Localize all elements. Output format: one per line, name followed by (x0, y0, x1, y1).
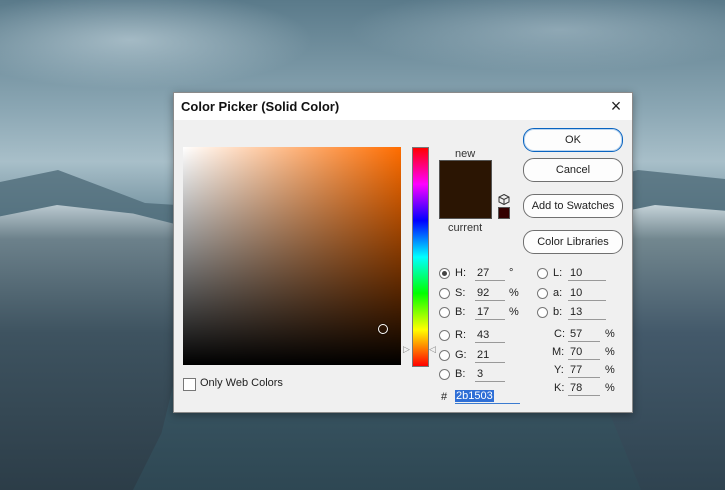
y-unit: % (605, 364, 615, 376)
l-input[interactable]: 10 (568, 266, 606, 281)
rgb-b-radio[interactable] (439, 369, 450, 380)
current-color-label: current (448, 222, 483, 234)
rgb-b-input[interactable]: 3 (475, 367, 505, 382)
g-input[interactable]: 21 (475, 348, 505, 363)
only-web-colors-checkbox[interactable] (183, 378, 196, 391)
new-color-label: new (455, 148, 476, 160)
lab-b-radio[interactable] (537, 307, 548, 318)
h-input[interactable]: 27 (475, 266, 505, 281)
a-input[interactable]: 10 (568, 286, 606, 301)
lab-l-row: L: 10 (537, 266, 622, 282)
y-label: Y: (554, 364, 564, 376)
hex-value: 2b1503 (455, 390, 494, 402)
cmyk-m-row: M: 70 % (552, 345, 622, 361)
cube-icon[interactable] (498, 193, 510, 206)
lab-b-row: b: 13 (537, 305, 622, 321)
g-radio[interactable] (439, 350, 450, 361)
rgb-b-label: B: (455, 368, 466, 380)
dialog-titlebar: Color Picker (Solid Color) × (174, 93, 632, 120)
k-label: K: (554, 382, 565, 394)
y-input[interactable]: 77 (568, 363, 600, 378)
l-label: L: (553, 267, 563, 279)
close-icon[interactable]: × (606, 96, 626, 116)
only-web-colors-label[interactable]: Only Web Colors (200, 377, 283, 389)
l-radio[interactable] (537, 268, 548, 279)
new-color-swatch (439, 160, 492, 190)
m-label: M: (552, 346, 565, 358)
s-input[interactable]: 92 (475, 286, 505, 301)
hue-slider-handle-right-icon[interactable]: ◁ (429, 344, 436, 355)
a-label: a: (553, 287, 563, 299)
hue-slider[interactable] (412, 147, 429, 367)
hue-slider-handle-left-icon[interactable]: ▷ (403, 344, 410, 355)
c-label: C: (554, 328, 565, 340)
background-cliff-left (0, 205, 190, 490)
lab-a-row: a: 10 (537, 286, 622, 302)
color-field-marker[interactable] (378, 324, 388, 334)
lab-b-label: b: (553, 306, 563, 318)
cmyk-y-row: Y: 77 % (552, 363, 622, 379)
hsb-b-label: B: (455, 306, 466, 318)
rgb-r-row: R: 43 (439, 328, 524, 344)
h-label: H: (455, 267, 466, 279)
current-color-swatch[interactable] (439, 189, 492, 219)
web-safe-color-swatch[interactable] (498, 207, 510, 219)
hsb-b-row: B: 17 % (439, 305, 524, 321)
rgb-b-row: B: 3 (439, 367, 524, 383)
r-label: R: (455, 329, 466, 341)
color-field[interactable] (183, 147, 401, 365)
hsb-b-radio[interactable] (439, 307, 450, 318)
add-to-swatches-button[interactable]: Add to Swatches (523, 194, 623, 218)
c-unit: % (605, 328, 615, 340)
m-unit: % (605, 346, 615, 358)
dialog-title: Color Picker (Solid Color) (181, 99, 340, 114)
hsb-s-row: S: 92 % (439, 286, 524, 302)
hex-input[interactable]: 2b1503 (455, 389, 520, 404)
rgb-g-row: G: 21 (439, 348, 524, 364)
m-input[interactable]: 70 (568, 345, 600, 360)
k-unit: % (605, 382, 615, 394)
hsb-h-row: H: 27 ° (439, 266, 519, 282)
s-unit: % (509, 287, 519, 299)
h-unit: ° (509, 267, 514, 279)
cmyk-c-row: C: 57 % (552, 327, 622, 343)
r-input[interactable]: 43 (475, 328, 505, 343)
lab-b-input[interactable]: 13 (568, 305, 606, 320)
g-label: G: (455, 349, 467, 361)
s-label: S: (455, 287, 466, 299)
h-radio[interactable] (439, 268, 450, 279)
hsb-b-input[interactable]: 17 (475, 305, 505, 320)
cmyk-k-row: K: 78 % (552, 381, 622, 397)
ok-button[interactable]: OK (523, 128, 623, 152)
color-libraries-button[interactable]: Color Libraries (523, 230, 623, 254)
color-picker-dialog: Color Picker (Solid Color) × ▷ ◁ new cur… (173, 92, 633, 413)
k-input[interactable]: 78 (568, 381, 600, 396)
hex-hash-label: # (441, 391, 448, 403)
hsb-b-unit: % (509, 306, 519, 318)
r-radio[interactable] (439, 330, 450, 341)
cancel-button[interactable]: Cancel (523, 158, 623, 182)
s-radio[interactable] (439, 288, 450, 299)
c-input[interactable]: 57 (568, 327, 600, 342)
a-radio[interactable] (537, 288, 548, 299)
